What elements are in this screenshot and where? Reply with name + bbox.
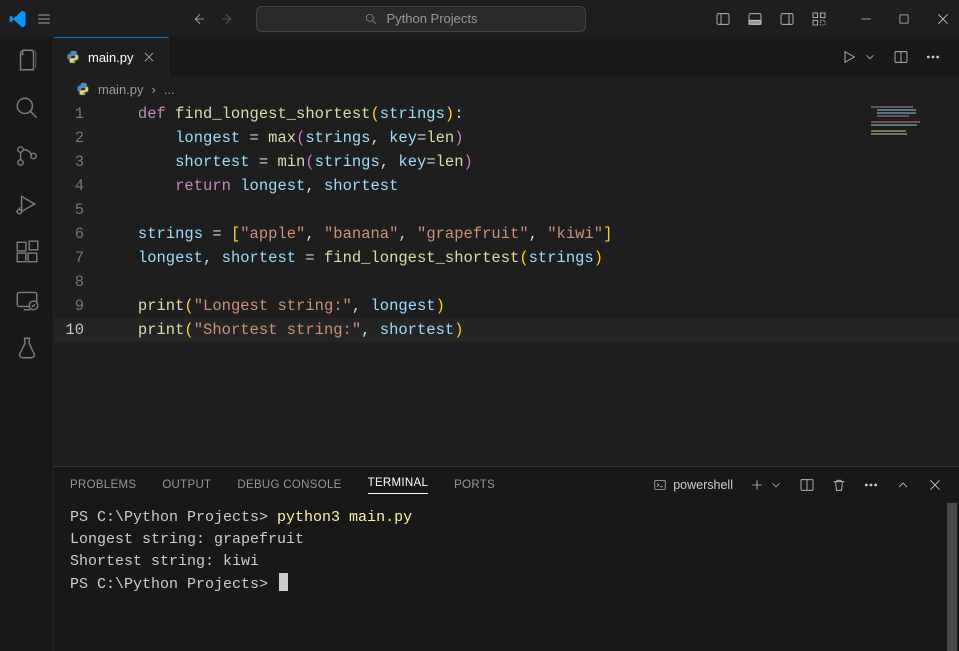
search-text: Python Projects	[386, 11, 477, 26]
code-line[interactable]: 9 print("Longest string:", longest)	[54, 294, 959, 318]
terminal-scrollbar[interactable]	[945, 503, 959, 651]
code-line[interactable]: 10 print("Shortest string:", shortest)	[54, 318, 959, 342]
panel-more-icon[interactable]	[863, 477, 879, 493]
code-line[interactable]: 2 longest = max(strings, key=len)	[54, 126, 959, 150]
extensions-icon[interactable]	[14, 239, 40, 265]
code-content[interactable]	[110, 270, 138, 294]
line-number: 7	[54, 246, 110, 270]
code-line[interactable]: 5	[54, 198, 959, 222]
layout-sidebar-right-icon[interactable]	[779, 11, 795, 27]
terminal-cursor	[279, 573, 288, 591]
editor-tabbar: main.py	[54, 37, 959, 76]
line-number: 2	[54, 126, 110, 150]
line-number: 8	[54, 270, 110, 294]
editor-scrollbar[interactable]	[945, 102, 959, 466]
editor[interactable]: 1 def find_longest_shortest(strings):2 l…	[54, 102, 959, 466]
layout-panel-icon[interactable]	[747, 11, 763, 27]
code-content[interactable]: longest = max(strings, key=len)	[110, 126, 464, 150]
nav-forward-icon[interactable]	[220, 11, 236, 27]
terminal-icon	[653, 478, 667, 492]
window-close-icon[interactable]	[935, 11, 951, 27]
panel-tabs: PROBLEMS OUTPUT DEBUG CONSOLE TERMINAL P…	[54, 467, 959, 503]
terminal-line: Longest string: grapefruit	[70, 529, 943, 551]
terminal-profile-name: powershell	[673, 478, 733, 492]
window-minimize-icon[interactable]	[859, 12, 873, 26]
line-number: 9	[54, 294, 110, 318]
more-actions-icon[interactable]	[925, 49, 941, 65]
line-number: 1	[54, 102, 110, 126]
code-content[interactable]: longest, shortest = find_longest_shortes…	[110, 246, 603, 270]
activitybar	[0, 37, 54, 651]
layout-sidebar-left-icon[interactable]	[715, 11, 731, 27]
code-content[interactable]: def find_longest_shortest(strings):	[110, 102, 464, 126]
breadcrumb-sep: ›	[152, 82, 156, 97]
code-line[interactable]: 3 shortest = min(strings, key=len)	[54, 150, 959, 174]
menu-icon[interactable]	[36, 11, 52, 27]
remote-explorer-icon[interactable]	[14, 287, 40, 313]
line-number: 3	[54, 150, 110, 174]
code-content[interactable]: return longest, shortest	[110, 174, 398, 198]
code-line[interactable]: 1 def find_longest_shortest(strings):	[54, 102, 959, 126]
panel: PROBLEMS OUTPUT DEBUG CONSOLE TERMINAL P…	[54, 466, 959, 651]
panel-tab-output[interactable]: OUTPUT	[162, 479, 211, 491]
run-file-icon[interactable]	[841, 49, 857, 65]
code-line[interactable]: 8	[54, 270, 959, 294]
breadcrumb-file: main.py	[98, 82, 144, 97]
vscode-logo	[8, 9, 28, 29]
source-control-icon[interactable]	[14, 143, 40, 169]
panel-tab-debug[interactable]: DEBUG CONSOLE	[237, 479, 341, 491]
line-number: 6	[54, 222, 110, 246]
kill-terminal-icon[interactable]	[831, 477, 847, 493]
tab-close-icon[interactable]	[142, 50, 156, 64]
panel-tab-problems[interactable]: PROBLEMS	[70, 479, 136, 491]
tab-filename: main.py	[88, 50, 134, 65]
breadcrumb[interactable]: main.py › ...	[54, 76, 959, 102]
terminal-profile-dropdown-icon[interactable]	[769, 478, 783, 492]
code-content[interactable]: print("Shortest string:", shortest)	[110, 318, 464, 342]
code-line[interactable]: 7 longest, shortest = find_longest_short…	[54, 246, 959, 270]
run-debug-icon[interactable]	[14, 191, 40, 217]
titlebar: Python Projects	[0, 0, 959, 37]
panel-tab-ports[interactable]: PORTS	[454, 479, 495, 491]
code-content[interactable]: strings = ["apple", "banana", "grapefrui…	[110, 222, 612, 246]
panel-tab-terminal[interactable]: TERMINAL	[368, 477, 429, 494]
code-line[interactable]: 4 return longest, shortest	[54, 174, 959, 198]
run-dropdown-icon[interactable]	[863, 50, 877, 64]
close-panel-icon[interactable]	[927, 477, 943, 493]
window-maximize-icon[interactable]	[897, 12, 911, 26]
line-number: 5	[54, 198, 110, 222]
terminal-line: Shortest string: kiwi	[70, 551, 943, 573]
command-center[interactable]: Python Projects	[256, 6, 586, 32]
breadcrumb-more: ...	[164, 82, 175, 97]
new-terminal-icon[interactable]	[749, 477, 765, 493]
terminal-line: PS C:\Python Projects> python3 main.py	[70, 507, 943, 529]
code-content[interactable]: print("Longest string:", longest)	[110, 294, 445, 318]
split-editor-icon[interactable]	[893, 49, 909, 65]
split-terminal-icon[interactable]	[799, 477, 815, 493]
python-file-icon	[66, 50, 80, 64]
line-number: 10	[54, 318, 110, 342]
terminal-profile[interactable]: powershell	[653, 478, 733, 492]
minimap[interactable]	[871, 106, 941, 138]
terminal[interactable]: PS C:\Python Projects> python3 main.pyLo…	[54, 503, 959, 651]
editor-tab-main-py[interactable]: main.py	[54, 37, 169, 76]
nav-back-icon[interactable]	[190, 11, 206, 27]
terminal-line: PS C:\Python Projects>	[70, 573, 943, 596]
line-number: 4	[54, 174, 110, 198]
code-content[interactable]: shortest = min(strings, key=len)	[110, 150, 473, 174]
testing-icon[interactable]	[14, 335, 40, 361]
code-content[interactable]	[110, 198, 138, 222]
python-file-icon	[76, 82, 90, 96]
code-line[interactable]: 6 strings = ["apple", "banana", "grapefr…	[54, 222, 959, 246]
customize-layout-icon[interactable]	[811, 11, 827, 27]
maximize-panel-icon[interactable]	[895, 477, 911, 493]
search-activity-icon[interactable]	[14, 95, 40, 121]
explorer-icon[interactable]	[14, 47, 40, 73]
search-icon	[364, 12, 378, 26]
